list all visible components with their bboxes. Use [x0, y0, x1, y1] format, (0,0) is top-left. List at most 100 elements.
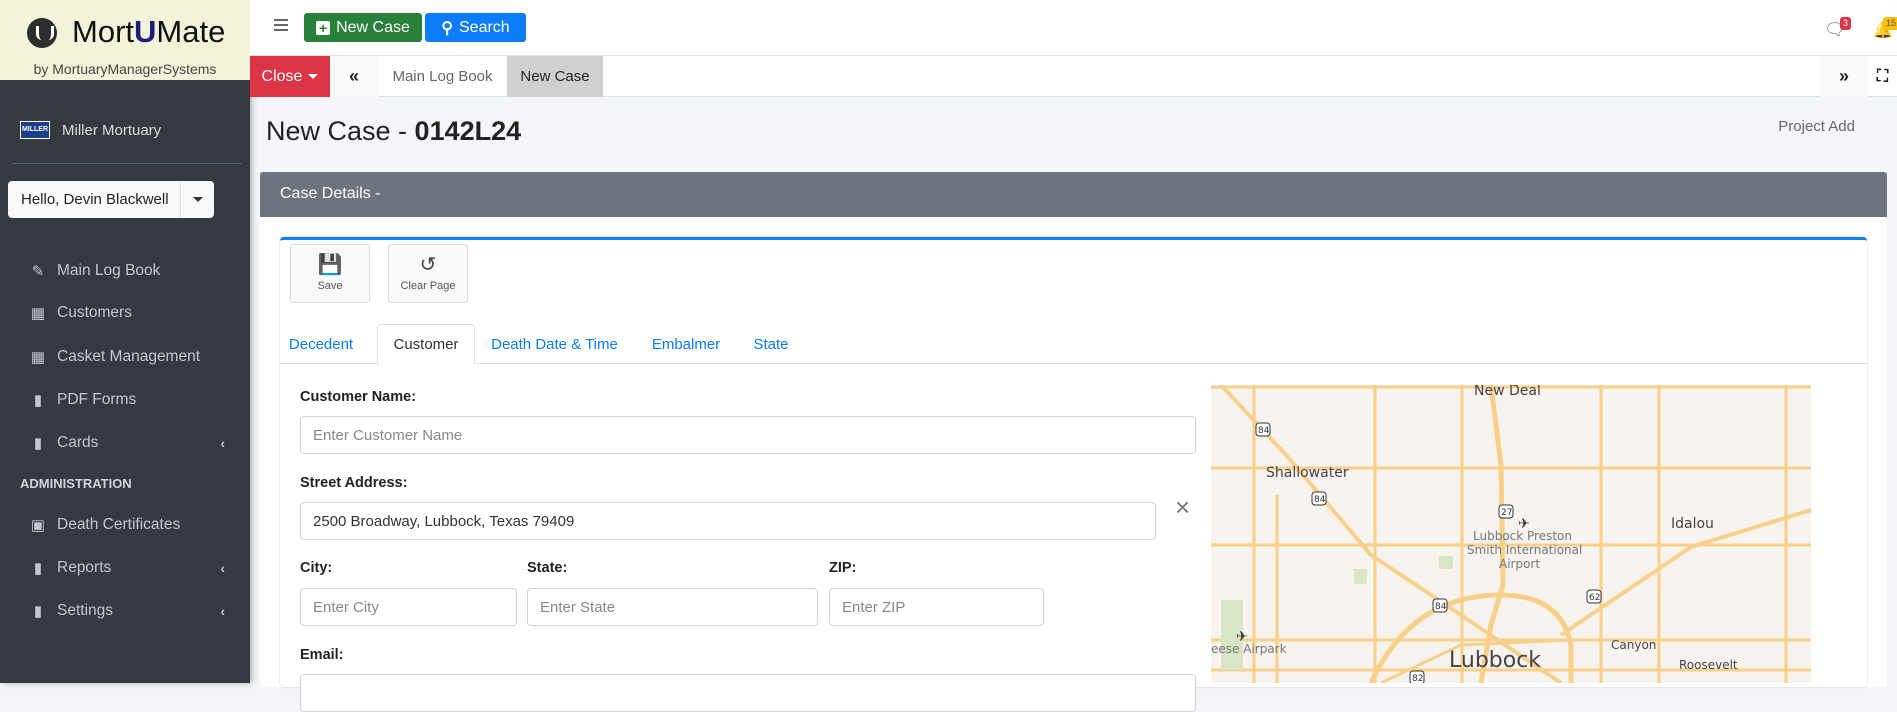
sidebar-item-customers[interactable]: ▦ Customers [0, 295, 250, 331]
nav-label: Reports [57, 559, 112, 576]
tab-customer[interactable]: Customer [377, 324, 475, 365]
search-icon: ⚲ [441, 19, 453, 37]
highway-shield: 62 [1586, 589, 1602, 604]
svg-text:84: 84 [1258, 426, 1270, 436]
case-details-header: Case Details - [260, 172, 1887, 217]
user-dropdown-toggle[interactable] [180, 181, 214, 218]
highway-shield: 82 [1409, 670, 1425, 683]
floppy-disk-icon: 💾 [317, 254, 343, 276]
sidebar-item-death-certificates[interactable]: ▣ Death Certificates [0, 507, 250, 543]
sidebar-item-cards[interactable]: ▮ Cards ‹ [0, 425, 250, 461]
tab-main-log-book[interactable]: Main Log Book [378, 56, 507, 97]
tuxedo-logo-icon [27, 18, 57, 48]
customer-name-label: Customer Name: [300, 389, 417, 405]
map-label: Lubbock Preston [1473, 529, 1572, 543]
tab-decedent[interactable]: Decedent [281, 324, 361, 364]
sidebar-item-casket-management[interactable]: ▦ Casket Management [0, 339, 250, 375]
user-greeting: Hello, Devin Blackwell [21, 191, 169, 208]
email-input[interactable] [300, 674, 1196, 712]
svg-text:27: 27 [1501, 508, 1512, 518]
tab-death-date-time[interactable]: Death Date & Time [476, 324, 633, 364]
street-address-input[interactable] [300, 502, 1156, 540]
sidebar-item-main-log-book[interactable]: ✎ Main Log Book [0, 253, 250, 289]
map-label: Canyon [1611, 638, 1656, 652]
scroll-tabs-left-button[interactable]: « [330, 56, 378, 97]
undo-icon: ↺ [419, 254, 437, 276]
brand-logo[interactable]: MortUMate by MortuaryManagerSystems [0, 0, 250, 80]
file-pdf-icon: ▮ [33, 560, 43, 577]
clear-address-icon[interactable]: × [1175, 492, 1190, 523]
messages-badge: 3 [1840, 17, 1852, 30]
pencil-icon: ✎ [31, 263, 45, 280]
button-label: Close [261, 67, 303, 85]
nav-label: Customers [57, 304, 132, 321]
close-dropdown-button[interactable]: Close [250, 56, 330, 97]
sidebar-item-settings[interactable]: ▮ Settings ‹ [0, 593, 250, 629]
caret-down-icon [308, 74, 319, 79]
city-label: City: [300, 560, 333, 576]
button-label: Clear Page [400, 280, 456, 292]
scroll-tabs-right-button[interactable]: » [1820, 56, 1868, 97]
org-logo-icon: MILLER [20, 121, 50, 139]
address-map[interactable]: New Deal Shallowater Lubbock Preston Smi… [1211, 385, 1811, 683]
project-add-breadcrumb[interactable]: Project Add [1778, 118, 1855, 135]
file-pdf-icon: ▮ [33, 435, 43, 452]
fullscreen-icon[interactable]: ⛶ [1868, 56, 1897, 97]
building-icon: ▦ [30, 305, 46, 322]
search-button[interactable]: ⚲ Search [425, 13, 526, 42]
divider [12, 163, 242, 164]
file-pdf-icon: ▮ [33, 603, 43, 620]
tab-embalmer[interactable]: Embalmer [634, 324, 738, 364]
airport-icon: ✈ [1518, 515, 1530, 531]
highway-shield: 84 [1255, 422, 1271, 437]
map-label: Idalou [1671, 516, 1714, 532]
chevron-left-icon: ‹ [220, 603, 225, 619]
hamburger-menu-icon[interactable] [274, 19, 288, 31]
chevron-left-icon: ‹ [220, 560, 225, 576]
customer-name-input[interactable] [300, 416, 1196, 454]
button-label: Save [317, 280, 343, 292]
brand-name: MortUMate [72, 14, 226, 49]
double-chevron-right-icon: » [1838, 66, 1849, 86]
building-icon: ▦ [30, 349, 46, 366]
nav-label: Cards [57, 434, 99, 451]
nav-label: Main Log Book [57, 262, 161, 279]
state-label: State: [527, 560, 568, 576]
button-label: Search [459, 18, 510, 36]
svg-text:84: 84 [1314, 495, 1326, 505]
state-input[interactable] [527, 588, 818, 626]
caret-down-icon [192, 197, 203, 202]
notifications-badge: 15 [1883, 17, 1897, 30]
clear-page-button[interactable]: ↺ Clear Page [388, 244, 468, 303]
tab-state[interactable]: State [738, 324, 804, 364]
highway-shield: 84 [1311, 491, 1327, 506]
save-button[interactable]: 💾 Save [290, 244, 370, 303]
nav-label: Death Certificates [57, 516, 181, 533]
airport-icon: ✈ [1236, 628, 1248, 644]
new-case-button[interactable]: + New Case [304, 13, 422, 42]
button-label: New Case [336, 18, 410, 36]
plus-square-icon: + [316, 20, 331, 35]
map-label: New Deal [1474, 385, 1541, 399]
city-input[interactable] [300, 588, 517, 626]
map-label: eese Airpark [1211, 642, 1287, 656]
highway-shield: 27 [1498, 504, 1514, 519]
organization[interactable]: MILLER Miller Mortuary [20, 121, 161, 139]
park-area [1354, 569, 1367, 584]
chevron-left-icon: ‹ [220, 435, 225, 451]
svg-text:82: 82 [1412, 674, 1423, 683]
map-label: Shallowater [1266, 465, 1349, 481]
zip-label: ZIP: [829, 560, 857, 576]
map-canvas: New Deal Shallowater Lubbock Preston Smi… [1211, 385, 1811, 683]
sidebar-item-reports[interactable]: ▮ Reports ‹ [0, 550, 250, 586]
map-label: Roosevelt [1679, 658, 1738, 672]
map-label: Lubbock [1449, 648, 1541, 673]
org-name: Miller Mortuary [62, 121, 162, 139]
map-label: Smith International [1467, 543, 1582, 557]
map-label: Airport [1499, 557, 1540, 571]
zip-input[interactable] [829, 588, 1044, 626]
tab-new-case[interactable]: New Case [507, 56, 603, 97]
brand-subtitle: by MortuaryManagerSystems [33, 61, 217, 77]
sidebar-item-pdf-forms[interactable]: ▮ PDF Forms [0, 382, 250, 418]
user-menu-button[interactable]: Hello, Devin Blackwell [8, 181, 214, 218]
